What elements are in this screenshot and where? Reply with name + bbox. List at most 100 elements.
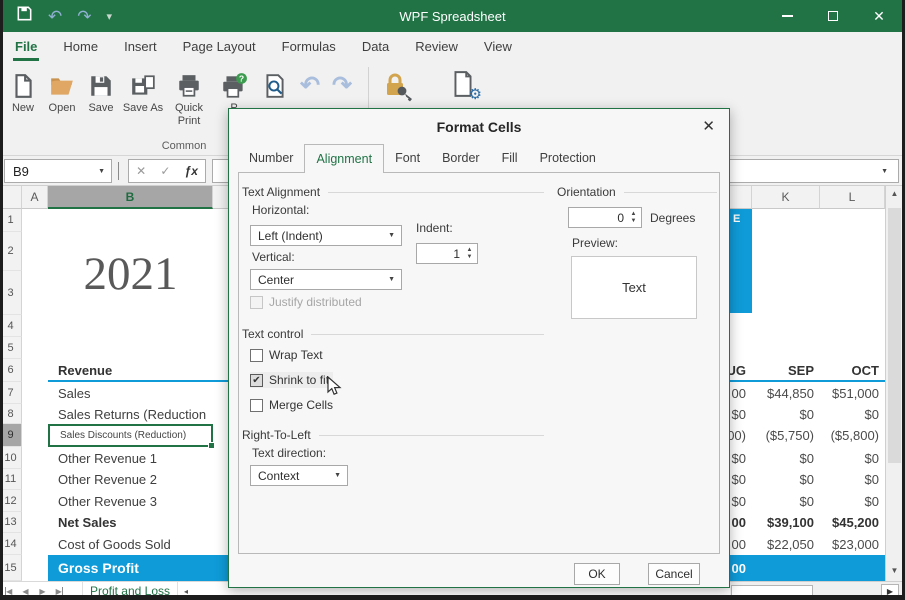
cell-other-revenue-3[interactable]: Other Revenue 3 [22, 490, 230, 512]
cell-l7[interactable]: $51,000 [820, 382, 885, 404]
new-button[interactable]: New [4, 66, 42, 128]
cell-j14[interactable]: 00 [730, 533, 752, 555]
cell-l11[interactable]: $0 [820, 469, 885, 490]
cancel-button[interactable]: Cancel [648, 563, 700, 585]
vertical-scrollbar[interactable]: ▲ ▼ [885, 186, 902, 581]
dialog-tab-alignment[interactable]: Alignment [304, 144, 384, 173]
row-header-2[interactable]: 2 [0, 232, 22, 271]
header-sep[interactable]: SEP [752, 359, 820, 382]
dialog-tab-border[interactable]: Border [431, 144, 491, 173]
tab-insert[interactable]: Insert [111, 32, 170, 62]
tab-file[interactable]: File [2, 32, 50, 62]
column-header-b[interactable]: B [48, 186, 213, 209]
cell-k11[interactable]: $0 [752, 469, 820, 490]
tab-data[interactable]: Data [349, 32, 402, 62]
name-box[interactable]: B9 ▼ [4, 159, 112, 183]
row-header-3[interactable]: 3 [0, 271, 22, 315]
degrees-spinner[interactable]: 0 ▲▼ [568, 207, 642, 228]
insert-function-icon[interactable]: ƒx [185, 164, 198, 178]
tab-view[interactable]: View [471, 32, 525, 62]
cell-other-revenue-1[interactable]: Other Revenue 1 [22, 447, 230, 469]
cell-k9[interactable]: ($5,750) [752, 424, 820, 447]
row-header-6[interactable]: 6 [0, 359, 22, 382]
indent-spinner[interactable]: 1 ▲▼ [416, 243, 478, 264]
row-header-8[interactable]: 8 [0, 404, 22, 424]
dialog-tab-fill[interactable]: Fill [491, 144, 529, 173]
spin-up-icon[interactable]: ▲ [467, 247, 473, 254]
cell-k8[interactable]: $0 [752, 404, 820, 424]
horizontal-dropdown[interactable]: Left (Indent) ▼ [250, 225, 402, 246]
column-header-j-clipped[interactable] [730, 186, 752, 209]
tab-page-layout[interactable]: Page Layout [170, 32, 269, 62]
protect-lock-key-icon[interactable] [382, 70, 416, 107]
confirm-entry-icon[interactable]: ✓ [160, 164, 170, 178]
column-header-l[interactable]: L [820, 186, 885, 209]
dialog-close-icon[interactable]: ✕ [702, 117, 715, 135]
formula-expand-caret-icon[interactable]: ▼ [881, 168, 894, 175]
cell-sales[interactable]: Sales [22, 382, 230, 404]
vertical-scroll-thumb[interactable] [888, 208, 901, 463]
cell-other-revenue-2[interactable]: Other Revenue 2 [22, 469, 230, 490]
gross-profit-row-highlight[interactable]: Gross Profit [48, 555, 230, 581]
quick-print-button[interactable]: Quick Print [166, 66, 212, 128]
row-header-15[interactable]: 15 [0, 555, 22, 581]
cell-sales-returns[interactable]: Sales Returns (Reduction [22, 404, 230, 424]
cell-l14[interactable]: $23,000 [820, 533, 885, 555]
row-header-9-selected[interactable]: 9 [0, 424, 22, 447]
cell-k13[interactable]: $39,100 [752, 512, 820, 533]
cell-net-sales[interactable]: Net Sales [22, 512, 230, 533]
cell-j15[interactable]: 00 [730, 555, 752, 581]
row-header-10[interactable]: 10 [0, 447, 22, 469]
tab-review[interactable]: Review [402, 32, 471, 62]
row-header-7[interactable]: 7 [0, 382, 22, 404]
cell-j10[interactable]: $0 [730, 447, 752, 469]
scroll-up-icon[interactable]: ▲ [887, 186, 902, 202]
dialog-tab-protection[interactable]: Protection [529, 144, 607, 173]
cell-k12[interactable]: $0 [752, 490, 820, 512]
row-header-13[interactable]: 13 [0, 512, 22, 533]
cell-j13[interactable]: 00 [730, 512, 752, 533]
minimize-button[interactable] [764, 0, 810, 32]
cancel-entry-icon[interactable]: ✕ [136, 164, 146, 178]
ok-button[interactable]: OK [574, 563, 620, 585]
tab-home[interactable]: Home [50, 32, 111, 62]
select-all-corner[interactable] [0, 186, 22, 209]
cell-l12[interactable]: $0 [820, 490, 885, 512]
column-header-k[interactable]: K [752, 186, 820, 209]
header-oct[interactable]: OCT [820, 359, 885, 382]
row-header-14[interactable]: 14 [0, 533, 22, 555]
spin-down-icon[interactable]: ▼ [467, 254, 473, 261]
cell-revenue[interactable]: Revenue [22, 359, 230, 382]
close-button[interactable]: ✕ [856, 0, 902, 32]
save-button[interactable]: Save [82, 66, 120, 128]
open-button[interactable]: Open [42, 66, 82, 128]
row-header-12[interactable]: 12 [0, 490, 22, 512]
column-header-a[interactable]: A [22, 186, 48, 209]
title-banner-clipped[interactable]: E [730, 209, 752, 313]
cell-j8[interactable]: $0 [730, 404, 752, 424]
row-header-5[interactable]: 5 [0, 337, 22, 359]
tab-formulas[interactable]: Formulas [269, 32, 349, 62]
cell-j11[interactable]: $0 [730, 469, 752, 490]
scroll-down-icon[interactable]: ▼ [887, 563, 902, 579]
vertical-dropdown[interactable]: Center ▼ [250, 269, 402, 290]
cell-j7[interactable]: 00 [730, 382, 752, 404]
spin-up-icon[interactable]: ▲ [631, 211, 637, 218]
spin-down-icon[interactable]: ▼ [631, 218, 637, 225]
text-direction-dropdown[interactable]: Context ▼ [250, 465, 348, 486]
formula-bar-splitter[interactable] [118, 162, 119, 180]
wrap-text-checkbox[interactable]: Wrap Text [250, 348, 323, 362]
document-settings-gear-icon[interactable]: ⚙ [450, 70, 480, 102]
merge-cells-checkbox[interactable]: Merge Cells [250, 398, 333, 412]
dialog-tab-number[interactable]: Number [238, 144, 304, 173]
row-header-11[interactable]: 11 [0, 469, 22, 490]
cell-year-title[interactable]: 2021 [48, 232, 213, 315]
header-aug-clipped[interactable]: UG [730, 359, 752, 382]
cell-l9[interactable]: ($5,800) [820, 424, 885, 447]
cell-k14[interactable]: $22,050 [752, 533, 820, 555]
cell-k10[interactable]: $0 [752, 447, 820, 469]
cell-k7[interactable]: $44,850 [752, 382, 820, 404]
dialog-tab-font[interactable]: Font [384, 144, 431, 173]
name-box-caret-icon[interactable]: ▼ [98, 168, 111, 175]
row-header-1[interactable]: 1 [0, 209, 22, 232]
